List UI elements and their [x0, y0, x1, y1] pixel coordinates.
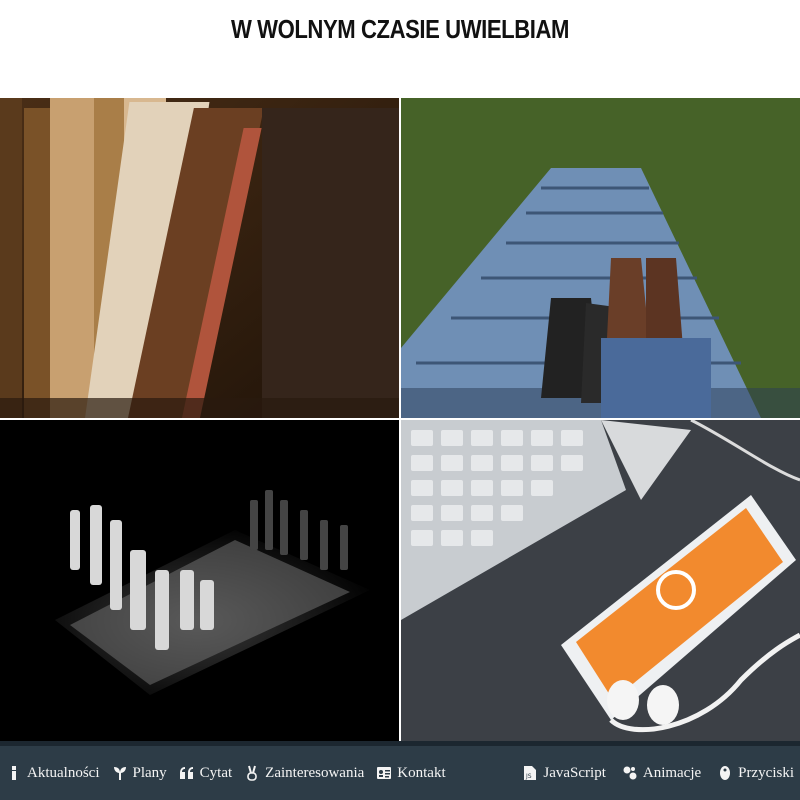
- nav-item-label: Animacje: [642, 764, 702, 781]
- books-photo: [0, 98, 399, 418]
- nav-item-animacje[interactable]: Animacje: [622, 765, 701, 782]
- nav-item-label: Zainteresowania: [265, 764, 365, 781]
- svg-text:JS: JS: [525, 773, 532, 780]
- button-icon: [717, 765, 733, 781]
- nav-left-group: Aktualności Plany Cytat Zainteresowania …: [6, 746, 458, 800]
- page-title: W WOLNYM CZASIE UWIELBIAM: [230, 14, 570, 44]
- nav-item-label: Przyciski: [738, 764, 794, 781]
- peace-hand-icon: [244, 765, 260, 781]
- nav-item-przyciski[interactable]: Przyciski: [717, 765, 794, 782]
- info-icon: [6, 765, 22, 781]
- nav-item-zainteresowania[interactable]: Zainteresowania: [244, 765, 364, 782]
- chess-photo: [0, 420, 399, 741]
- quote-icon: [179, 765, 195, 781]
- nav-item-javascript[interactable]: JS JavaScript: [522, 764, 606, 782]
- nav-item-label: Kontakt: [397, 764, 446, 781]
- nav-item-label: Aktualności: [27, 764, 100, 781]
- bottom-navbar: Aktualności Plany Cytat Zainteresowania …: [0, 741, 800, 800]
- nav-item-plany[interactable]: Plany: [112, 765, 167, 782]
- nav-right-group: JS JavaScript Animacje Przyciski: [506, 746, 794, 800]
- nav-item-aktualnosci[interactable]: Aktualności: [6, 765, 100, 782]
- nav-item-label: Plany: [132, 764, 167, 781]
- plant-icon: [112, 765, 128, 781]
- nav-item-label: JavaScript: [543, 764, 606, 781]
- sneakers-walkway-photo: [401, 98, 800, 418]
- nav-item-kontakt[interactable]: Kontakt: [376, 764, 446, 782]
- image-gallery: [0, 98, 800, 741]
- animation-icon: [622, 765, 638, 781]
- keyboard-phone-photo: [401, 420, 800, 741]
- nav-item-label: Cytat: [199, 764, 233, 781]
- js-file-icon: JS: [522, 765, 538, 781]
- nav-item-cytat[interactable]: Cytat: [179, 764, 233, 782]
- contact-card-icon: [376, 765, 392, 781]
